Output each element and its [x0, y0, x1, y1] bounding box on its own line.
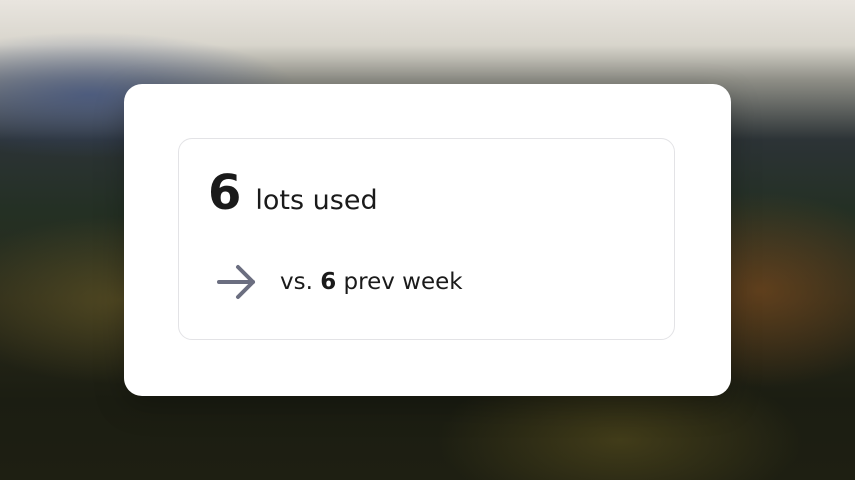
comparison-suffix: prev week [343, 269, 463, 295]
comparison-row: vs. 6 prev week [216, 261, 463, 303]
previous-value: 6 [320, 269, 337, 295]
stat-label: lots used [255, 185, 378, 216]
stat-headline: 6 lots used [208, 169, 378, 217]
arrow-right-icon [216, 261, 258, 303]
stat-dialog: 6 lots used vs. 6 prev week [124, 84, 731, 396]
stat-value: 6 [208, 165, 242, 221]
lots-used-card: 6 lots used vs. 6 prev week [178, 138, 675, 340]
comparison-prefix: vs. [280, 269, 313, 295]
comparison-text: vs. 6 prev week [280, 269, 463, 295]
